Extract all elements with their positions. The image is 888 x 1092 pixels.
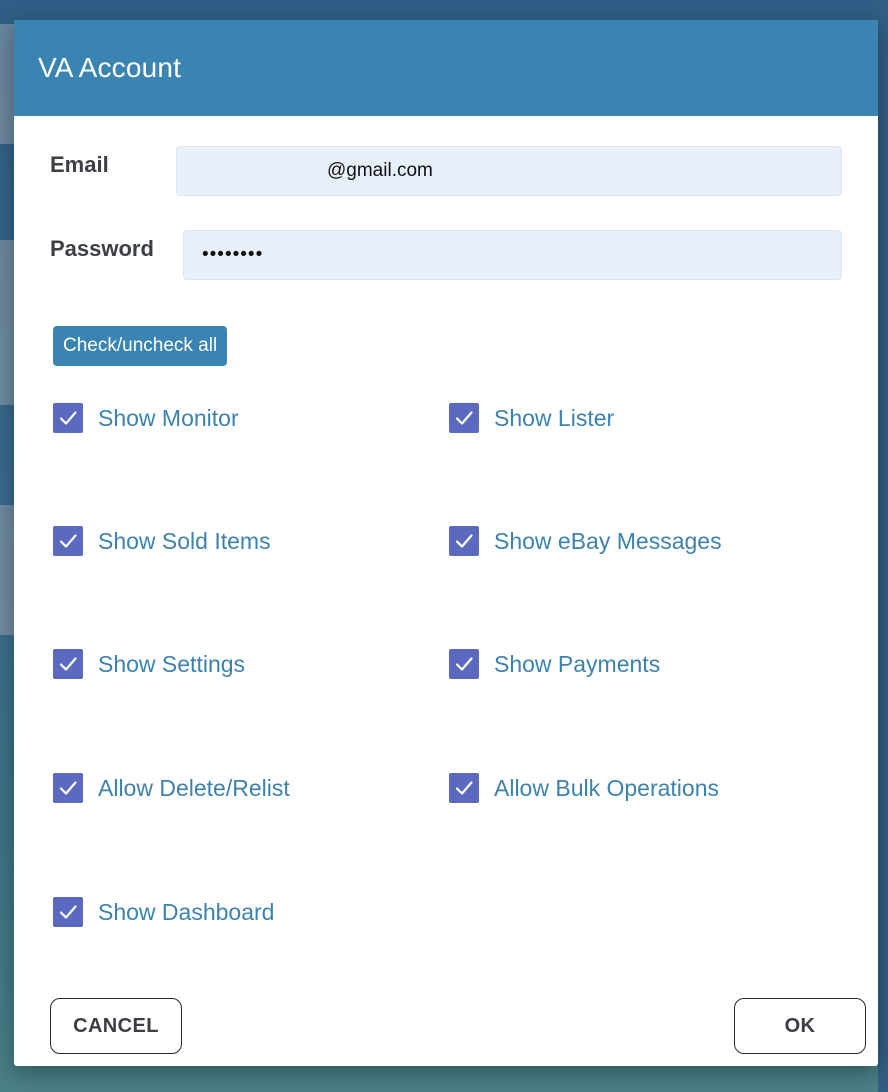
va-account-dialog: VA Account Email Password Check/uncheck … (14, 20, 878, 1066)
permission-label: Show eBay Messages (494, 527, 722, 554)
background-panel (0, 240, 14, 405)
permission-show-sold-items[interactable]: Show Sold Items (53, 526, 271, 556)
dialog-header: VA Account (14, 20, 878, 116)
email-field[interactable] (176, 146, 842, 196)
checkmark-icon[interactable] (449, 526, 479, 556)
permission-label: Allow Bulk Operations (494, 774, 719, 801)
permission-label: Show Settings (98, 650, 246, 677)
password-field[interactable] (183, 230, 842, 280)
background-scroll-region (878, 0, 888, 1092)
checkmark-icon[interactable] (449, 403, 479, 433)
checkmark-icon[interactable] (53, 897, 83, 927)
checkmark-icon[interactable] (53, 403, 83, 433)
permission-allow-bulk-operations[interactable]: Allow Bulk Operations (449, 773, 719, 803)
permission-show-payments[interactable]: Show Payments (449, 649, 660, 679)
checkmark-icon[interactable] (53, 773, 83, 803)
permission-show-settings[interactable]: Show Settings (53, 649, 245, 679)
checkmark-icon[interactable] (53, 649, 83, 679)
permission-show-dashboard[interactable]: Show Dashboard (53, 897, 274, 927)
checkmark-icon[interactable] (449, 649, 479, 679)
permission-show-lister[interactable]: Show Lister (449, 403, 614, 433)
dialog-title: VA Account (38, 52, 182, 83)
background-panel (0, 505, 14, 635)
permission-label: Show Dashboard (98, 898, 275, 925)
permission-label: Allow Delete/Relist (98, 774, 290, 801)
checkmark-icon[interactable] (53, 526, 83, 556)
ok-button[interactable]: OK (734, 998, 866, 1054)
background-panel (0, 24, 14, 144)
permission-label: Show Sold Items (98, 527, 271, 554)
email-label: Email (50, 152, 109, 177)
cancel-button[interactable]: CANCEL (50, 998, 182, 1054)
permission-label: Show Payments (494, 650, 661, 677)
permission-label: Show Lister (494, 404, 615, 431)
permission-show-monitor[interactable]: Show Monitor (53, 403, 239, 433)
password-label: Password (50, 236, 154, 261)
permission-show-ebay-messages[interactable]: Show eBay Messages (449, 526, 722, 556)
permission-label: Show Monitor (98, 404, 239, 431)
check-uncheck-all-button[interactable]: Check/uncheck all (53, 326, 228, 366)
checkmark-icon[interactable] (449, 773, 479, 803)
permission-allow-delete-relist[interactable]: Allow Delete/Relist (53, 773, 290, 803)
